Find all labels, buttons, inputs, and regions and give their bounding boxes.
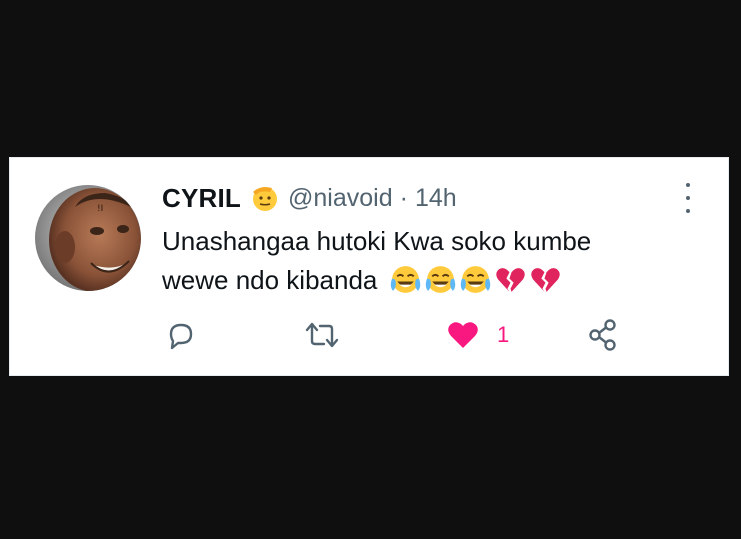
dot xyxy=(686,196,690,200)
action-bar: 1 xyxy=(162,318,632,352)
avatar[interactable]: !I xyxy=(35,185,141,291)
tears-of-joy-emoji xyxy=(460,265,490,293)
more-options-icon[interactable] xyxy=(678,183,698,213)
share-icon xyxy=(589,319,616,351)
tears-of-joy-emoji xyxy=(425,265,455,293)
salute-face-emoji xyxy=(250,183,280,213)
tweet-text-line: wewe ndo kibanda xyxy=(162,265,378,295)
reply-icon xyxy=(169,323,193,350)
tweet-header: CYRIL @niavoid · 14h xyxy=(162,181,457,215)
svg-text:!I: !I xyxy=(97,204,103,214)
timestamp[interactable]: 14h xyxy=(415,184,457,213)
tweet-card[interactable]: !I CYRIL @niavoid · 14h Unashangaa hutok… xyxy=(9,157,729,376)
broken-heart-emoji xyxy=(530,267,560,292)
like-button[interactable]: 1 xyxy=(446,318,509,352)
avatar-image: !I xyxy=(35,185,141,291)
tears-of-joy-emoji xyxy=(390,265,420,293)
tweet-text-line: Unashangaa hutoki Kwa soko kumbe xyxy=(162,226,592,256)
share-button[interactable] xyxy=(586,318,620,352)
dot xyxy=(686,183,690,187)
reply-button[interactable] xyxy=(165,318,197,352)
tweet-emojis xyxy=(389,264,562,297)
retweet-icon xyxy=(305,322,339,348)
heart-icon xyxy=(448,322,478,348)
retweet-button[interactable] xyxy=(304,318,340,352)
broken-heart-emoji xyxy=(495,267,525,292)
dot xyxy=(686,209,690,213)
separator-dot: · xyxy=(399,183,408,212)
user-handle[interactable]: @niavoid xyxy=(288,184,393,213)
like-count: 1 xyxy=(497,322,510,347)
display-name[interactable]: CYRIL xyxy=(162,183,241,214)
tweet-text: Unashangaa hutoki Kwa soko kumbe wewe nd… xyxy=(162,222,682,300)
